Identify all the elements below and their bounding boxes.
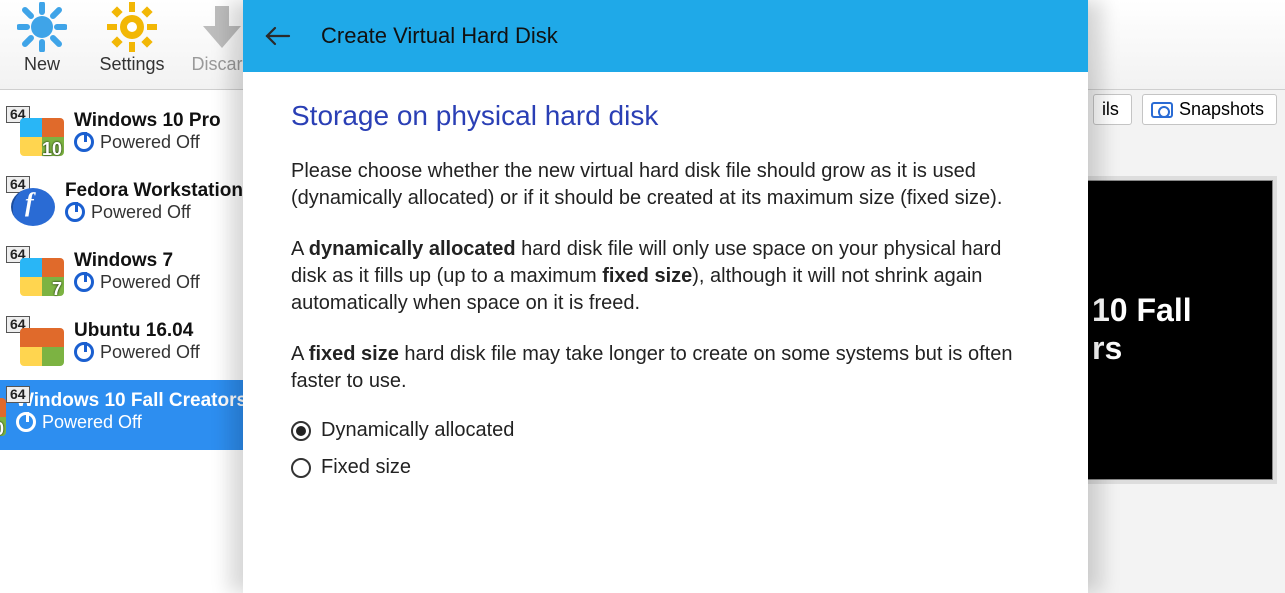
radio-option[interactable]: Fixed size bbox=[291, 456, 1040, 479]
new-button[interactable]: New bbox=[6, 0, 78, 75]
power-icon bbox=[74, 342, 94, 362]
down-arrow-icon bbox=[197, 2, 247, 52]
storage-type-radios: Dynamically allocated Fixed size bbox=[291, 419, 1040, 479]
vm-name: Windows 10 Fall Creators bbox=[16, 390, 247, 412]
camera-icon bbox=[1151, 102, 1173, 118]
os-logo-icon bbox=[20, 328, 64, 366]
vm-state: Powered Off bbox=[65, 202, 243, 223]
radio-icon bbox=[291, 458, 311, 478]
vm-name: Fedora Workstation bbox=[65, 180, 243, 202]
vm-name: Ubuntu 16.04 bbox=[74, 320, 200, 342]
tab-snapshots[interactable]: Snapshots bbox=[1142, 94, 1277, 125]
os-icon: 64 bbox=[6, 176, 55, 226]
vm-list-item[interactable]: 64 Ubuntu 16.04Powered Off bbox=[0, 310, 249, 380]
os-logo-icon: 10 bbox=[0, 398, 6, 436]
preview-text: rs bbox=[1092, 329, 1272, 367]
toolbar-label: Settings bbox=[99, 54, 164, 75]
arch-badge: 64 bbox=[6, 386, 30, 403]
vm-preview: 10 Fall rs bbox=[1083, 180, 1273, 480]
create-vhd-dialog: Create Virtual Hard Disk Storage on phys… bbox=[243, 0, 1088, 593]
os-icon: 6410 bbox=[6, 106, 64, 156]
power-icon bbox=[74, 272, 94, 292]
tab-label: Snapshots bbox=[1179, 99, 1264, 120]
os-logo-icon: 7 bbox=[20, 258, 64, 296]
tab-label-partial: ils bbox=[1102, 99, 1119, 120]
dialog-paragraph: A dynamically allocated hard disk file w… bbox=[291, 236, 1040, 317]
tab-bar: ils Snapshots bbox=[1093, 94, 1277, 125]
os-icon: 647 bbox=[6, 246, 64, 296]
sunburst-icon bbox=[17, 2, 67, 52]
vm-state: Powered Off bbox=[74, 272, 200, 293]
gear-icon bbox=[107, 2, 157, 52]
dialog-paragraph: Please choose whether the new virtual ha… bbox=[291, 158, 1040, 212]
radio-label: Fixed size bbox=[321, 456, 411, 479]
dialog-paragraph: A fixed size hard disk file may take lon… bbox=[291, 341, 1040, 395]
toolbar-label: New bbox=[24, 54, 60, 75]
settings-button[interactable]: Settings bbox=[96, 0, 168, 75]
os-icon: 64 bbox=[6, 316, 64, 366]
dialog-heading: Storage on physical hard disk bbox=[291, 100, 1040, 132]
back-button[interactable] bbox=[263, 21, 293, 51]
tab-details[interactable]: ils bbox=[1093, 94, 1132, 125]
vm-name: Windows 10 Pro bbox=[74, 110, 221, 132]
power-icon bbox=[65, 202, 85, 222]
vm-state: Powered Off bbox=[16, 412, 247, 433]
os-logo-icon: 10 bbox=[20, 118, 64, 156]
vm-state: Powered Off bbox=[74, 342, 200, 363]
radio-option[interactable]: Dynamically allocated bbox=[291, 419, 1040, 442]
vm-name: Windows 7 bbox=[74, 250, 200, 272]
dialog-body: Storage on physical hard disk Please cho… bbox=[243, 72, 1088, 479]
vm-list-item[interactable]: 64 Fedora WorkstationPowered Off bbox=[0, 170, 249, 240]
dialog-title: Create Virtual Hard Disk bbox=[321, 23, 558, 49]
vm-list-item[interactable]: 6410 Windows 10 Fall CreatorsPowered Off bbox=[0, 380, 249, 450]
power-icon bbox=[16, 412, 36, 432]
radio-label: Dynamically allocated bbox=[321, 419, 514, 442]
radio-icon bbox=[291, 421, 311, 441]
power-icon bbox=[74, 132, 94, 152]
preview-text: 10 Fall bbox=[1092, 291, 1272, 329]
dialog-header: Create Virtual Hard Disk bbox=[243, 0, 1088, 72]
vm-list-item[interactable]: 647 Windows 7Powered Off bbox=[0, 240, 249, 310]
vm-state: Powered Off bbox=[74, 132, 221, 153]
vm-list: 6410Windows 10 ProPowered Off64Fedora Wo… bbox=[0, 90, 250, 593]
os-logo-icon bbox=[11, 188, 55, 226]
vm-list-item[interactable]: 6410 Windows 10 ProPowered Off bbox=[0, 100, 249, 170]
